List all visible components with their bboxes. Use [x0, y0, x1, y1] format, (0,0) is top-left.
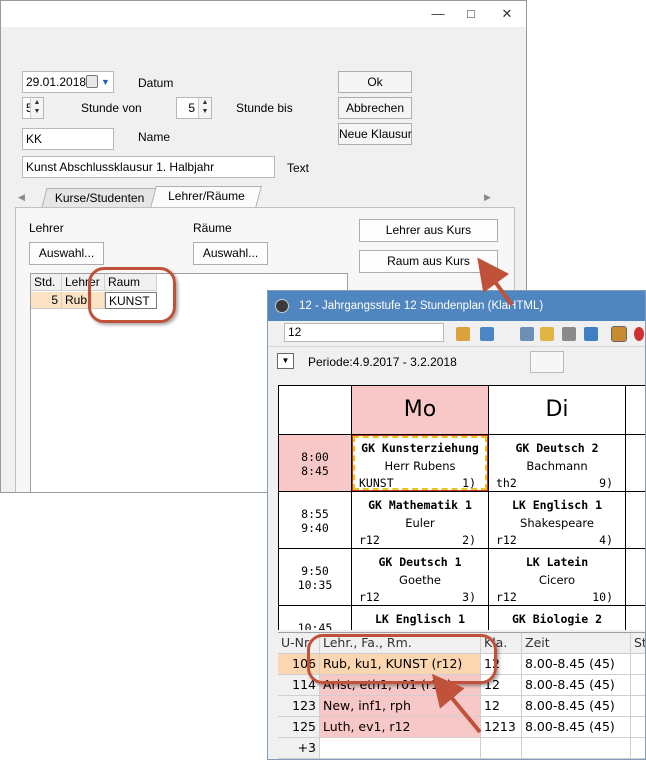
arrow-to-lesson-row — [431, 673, 482, 734]
annotation-arrows — [431, 257, 514, 734]
arrow-to-room-button — [477, 257, 514, 307]
